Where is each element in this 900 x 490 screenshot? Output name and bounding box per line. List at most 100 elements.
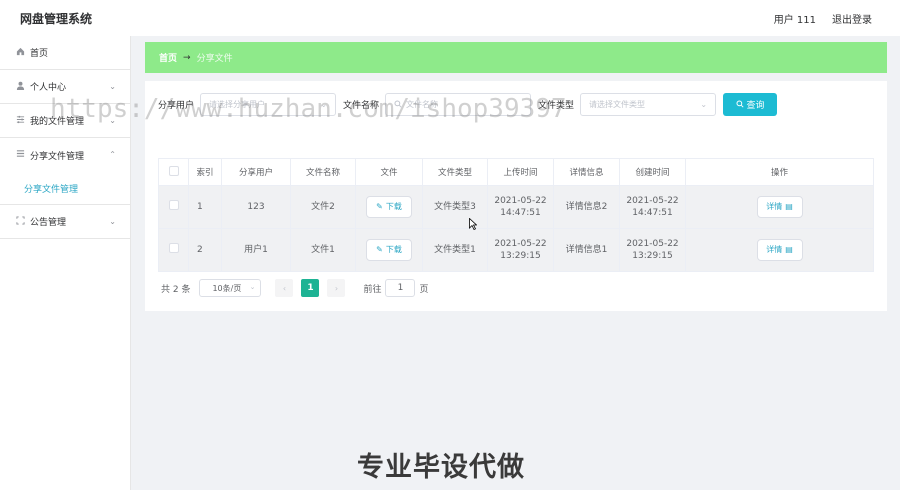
detail-label: 详情: [766, 244, 783, 254]
app-title: 网盘管理系统: [20, 12, 93, 26]
pagination: 共 2 条 10条/页 ⌄ ‹ 1 › 前往 1 页: [161, 279, 428, 297]
row-select-cell: [158, 228, 189, 272]
col-header: 分享用户: [221, 158, 291, 186]
search-icon: [394, 99, 402, 110]
breadcrumb-separator: →: [183, 52, 191, 63]
user-name[interactable]: 用户 111: [774, 11, 816, 26]
user-icon: [14, 81, 26, 93]
page-size-value: 10条/页: [212, 283, 242, 293]
home-icon: [14, 47, 26, 59]
edit-icon: ✎: [376, 201, 383, 211]
created-date: 2021-05-22: [626, 195, 679, 206]
chevron-down-icon: ⌄: [320, 100, 328, 109]
next-page-button[interactable]: ›: [327, 279, 346, 297]
detail-label: 详情: [766, 201, 783, 211]
upload-date: 2021-05-22: [494, 238, 547, 249]
sliders-icon: [14, 115, 26, 127]
chevron-down-icon: ⌄: [109, 217, 116, 226]
table-row: 2 用户1 文件1 ✎ 下载 文件类型1 2021-05-22 13:29:15: [158, 228, 874, 272]
cell-type: 文件类型1: [422, 228, 488, 272]
cell-upload-time: 2021-05-22 13:29:15: [487, 228, 554, 272]
cell-file: ✎ 下载: [355, 228, 423, 272]
query-button[interactable]: 查询: [723, 93, 778, 116]
download-label: 下载: [385, 244, 402, 254]
sidebar-item-share-mgmt[interactable]: 分享文件管理 ⌃: [0, 138, 130, 172]
cell-type: 文件类型3: [422, 185, 488, 229]
select-all-checkbox[interactable]: [168, 165, 179, 176]
query-label: 查询: [746, 100, 765, 110]
pagination-total: 共 2 条: [161, 284, 191, 295]
sidebar-item-my-files[interactable]: 我的文件管理 ⌄: [0, 104, 130, 138]
cell-name: 文件1: [290, 228, 356, 272]
detail-button[interactable]: 详情 ▤: [756, 196, 803, 218]
chevron-down-icon: ⌄: [700, 100, 708, 109]
file-type-select[interactable]: 请选择文件类型 ⌄: [580, 93, 717, 116]
row-checkbox[interactable]: [168, 199, 179, 210]
main-content: 首页 → 分享文件 分享用户 请选择分享用户 ⌄ 文件名称 文件名称 文件类型 …: [131, 36, 900, 490]
sidebar-item-label: 公告管理: [30, 218, 67, 228]
created-time: 13:29:15: [632, 251, 673, 261]
sidebar-group-share: 分享文件管理 ⌃ 分享文件管理: [0, 138, 130, 205]
upload-time: 14:47:51: [500, 208, 541, 218]
col-header: 上传时间: [487, 158, 554, 186]
page-number-current[interactable]: 1: [301, 279, 320, 297]
chevron-down-icon: ⌄: [109, 116, 116, 125]
sidebar-item-home[interactable]: 首页: [0, 36, 130, 70]
goto-page-input[interactable]: 1: [385, 279, 416, 297]
content-panel: 分享用户 请选择分享用户 ⌄ 文件名称 文件名称 文件类型 请选择文件类型 ⌄: [145, 81, 887, 311]
sidebar-item-label: 分享文件管理: [30, 151, 85, 162]
sidebar-item-label: 个人中心: [30, 83, 67, 93]
table-row: 1 123 文件2 ✎ 下载 文件类型3 2021-05-22 14:47:51: [158, 185, 874, 229]
sidebar-item-label: 首页: [30, 49, 49, 59]
document-icon: ▤: [785, 201, 793, 211]
page-size-select[interactable]: 10条/页 ⌄: [199, 279, 262, 297]
download-button[interactable]: ✎ 下载: [366, 196, 412, 218]
chevron-up-icon: ⌃: [109, 150, 116, 159]
file-name-label: 文件名称: [343, 101, 380, 111]
file-type-label: 文件类型: [538, 101, 575, 111]
cell-user: 123: [221, 185, 291, 229]
cell-actions: 详情 ▤: [685, 185, 874, 229]
col-header: 创建时间: [619, 158, 686, 186]
cell-info: 详情信息2: [553, 185, 620, 229]
sidebar-subitem-share[interactable]: 分享文件管理: [0, 172, 130, 204]
col-header: 文件: [355, 158, 423, 186]
top-bar: 网盘管理系统 用户 111 退出登录: [0, 0, 900, 36]
col-header: 操作: [685, 158, 874, 186]
cell-created-time: 2021-05-22 13:29:15: [619, 228, 686, 272]
table-header-row: 索引 分享用户 文件名称 文件 文件类型 上传时间 详情信息 创建时间 操作: [158, 158, 874, 186]
cell-name: 文件2: [290, 185, 356, 229]
download-button[interactable]: ✎ 下载: [366, 239, 412, 261]
file-type-placeholder: 请选择文件类型: [589, 100, 646, 109]
col-header: 索引: [188, 158, 222, 186]
sidebar-item-personal[interactable]: 个人中心 ⌄: [0, 70, 130, 104]
edit-icon: ✎: [376, 244, 383, 254]
upload-time: 13:29:15: [500, 251, 541, 261]
share-user-select[interactable]: 请选择分享用户 ⌄: [200, 93, 337, 116]
row-checkbox[interactable]: [168, 242, 179, 253]
col-header: 详情信息: [553, 158, 620, 186]
page-suffix: 页: [419, 284, 429, 295]
file-name-placeholder: 文件名称: [406, 100, 439, 109]
sidebar-item-notice[interactable]: 公告管理 ⌄: [0, 205, 130, 239]
download-label: 下载: [385, 201, 402, 211]
created-time: 14:47:51: [632, 208, 673, 218]
upload-date: 2021-05-22: [494, 195, 547, 206]
detail-button[interactable]: 详情 ▤: [756, 239, 803, 261]
cell-info: 详情信息1: [553, 228, 620, 272]
logout-link[interactable]: 退出登录: [832, 11, 872, 26]
search-icon: [736, 99, 744, 110]
prev-page-button[interactable]: ‹: [275, 279, 294, 297]
row-select-cell: [158, 185, 189, 229]
chevron-down-icon: ⌄: [249, 283, 256, 291]
cell-created-time: 2021-05-22 14:47:51: [619, 185, 686, 229]
cell-index: 2: [188, 228, 222, 272]
breadcrumb-current: 分享文件: [196, 54, 233, 64]
file-name-input[interactable]: 文件名称: [385, 93, 532, 116]
cell-file: ✎ 下载: [355, 185, 423, 229]
cell-upload-time: 2021-05-22 14:47:51: [487, 185, 554, 229]
share-user-label: 分享用户: [158, 101, 195, 111]
cell-index: 1: [188, 185, 222, 229]
sidebar-item-label: 我的文件管理: [30, 117, 85, 127]
breadcrumb-home[interactable]: 首页: [159, 51, 177, 64]
